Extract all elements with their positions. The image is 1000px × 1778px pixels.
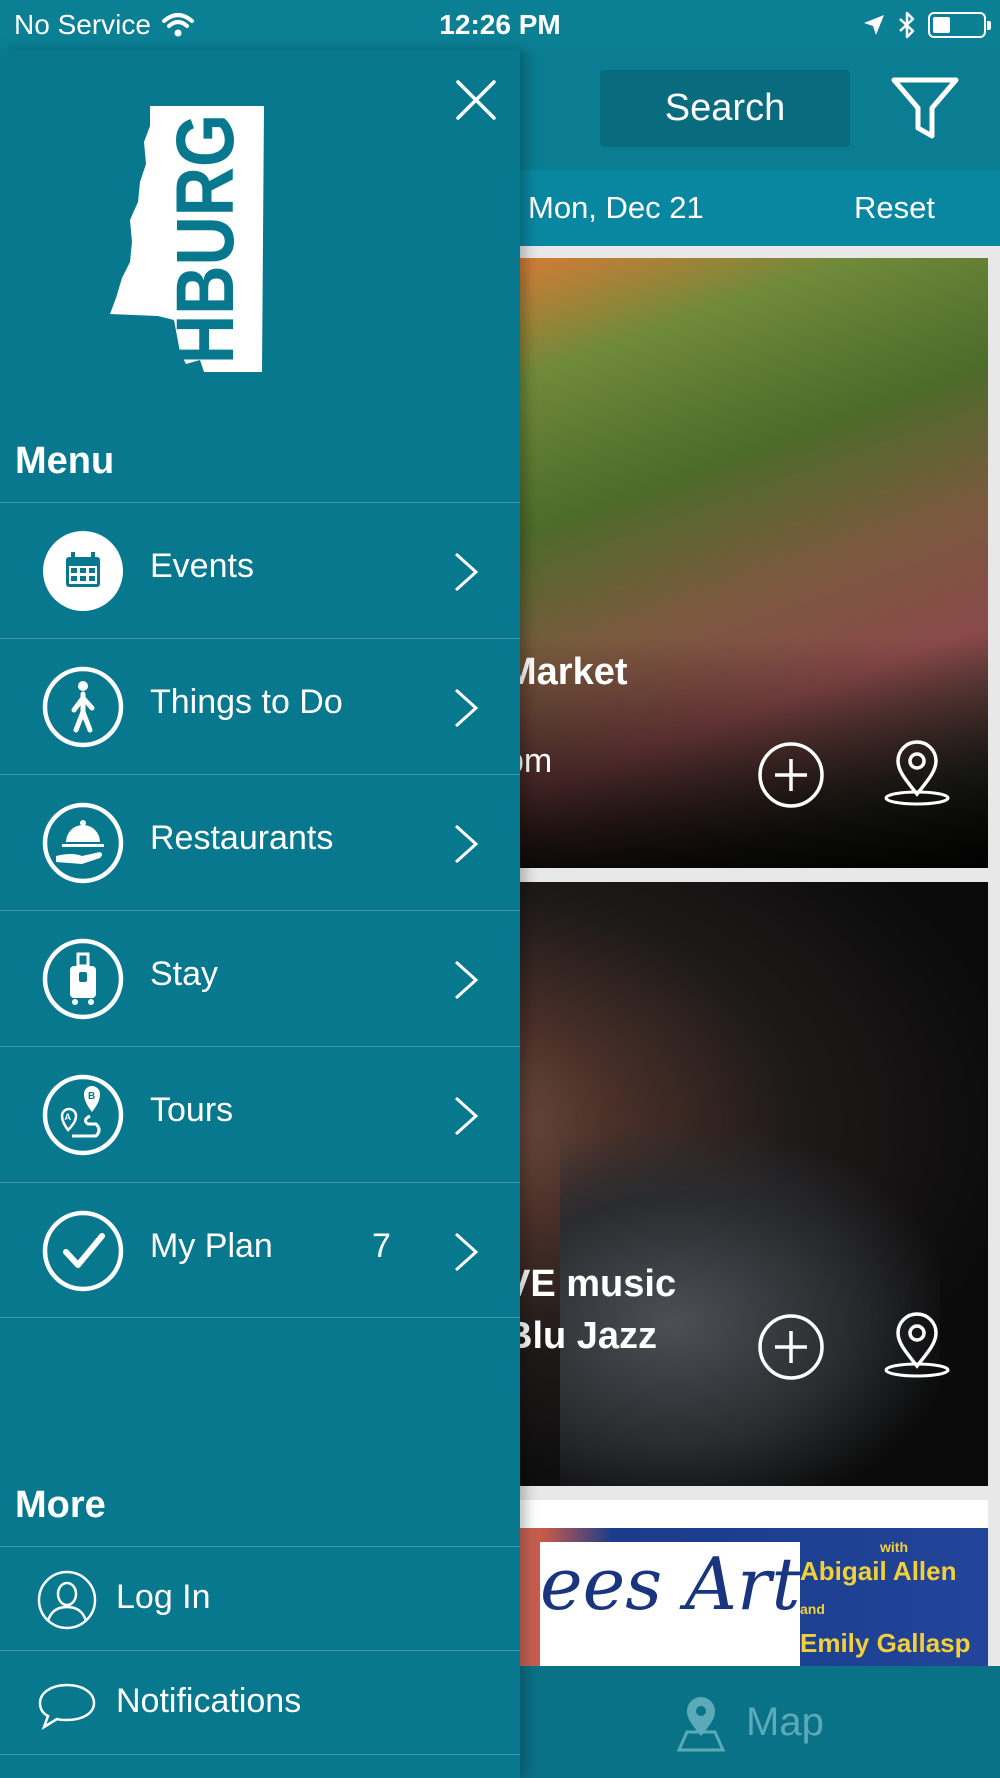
event-title-line-1: VE music bbox=[505, 1263, 677, 1305]
hburg-logo: HBURG bbox=[110, 106, 264, 372]
artwork-caption-and: and bbox=[800, 1601, 825, 1617]
menu-item-label: Tours bbox=[150, 1091, 234, 1129]
map-tab[interactable]: Map bbox=[746, 1700, 824, 1745]
more-item-label: Log In bbox=[116, 1578, 211, 1616]
wifi-icon bbox=[161, 13, 194, 37]
menu-heading: Menu bbox=[15, 440, 115, 482]
artwork-caption-line-2: Emily Gallasp bbox=[800, 1628, 971, 1658]
menu-item-label: Things to Do bbox=[150, 683, 343, 721]
reset-button[interactable]: Reset bbox=[854, 190, 935, 226]
navigation-drawer: HBURG Menu Events Things to Do Restauran… bbox=[0, 50, 520, 1778]
bluetooth-icon bbox=[899, 11, 915, 39]
more-item-notifications[interactable]: Notifications bbox=[0, 1650, 520, 1754]
chevron-right-icon bbox=[454, 824, 479, 864]
event-title-line-2: Blu Jazz bbox=[505, 1315, 658, 1357]
walking-person-icon bbox=[42, 666, 124, 748]
svg-text:B: B bbox=[88, 1091, 95, 1102]
chevron-right-icon bbox=[454, 960, 479, 1000]
checkmark-icon bbox=[42, 1210, 124, 1292]
svg-text:A: A bbox=[65, 1112, 72, 1122]
logo-text: HBURG bbox=[160, 114, 251, 364]
more-item-log-in[interactable]: Log In bbox=[0, 1546, 520, 1650]
close-icon[interactable] bbox=[454, 78, 498, 122]
menu-item-stay[interactable]: Stay bbox=[0, 910, 520, 1046]
menu-item-restaurants[interactable]: Restaurants bbox=[0, 774, 520, 910]
serving-cloche-icon bbox=[42, 802, 124, 884]
route-icon: B A bbox=[42, 1074, 124, 1156]
artwork-caption-line-1: Abigail Allen and bbox=[800, 1554, 988, 1626]
carrier-label: No Service bbox=[14, 9, 151, 40]
map-pin-icon[interactable] bbox=[882, 738, 952, 808]
suitcase-icon bbox=[42, 938, 124, 1020]
user-icon bbox=[37, 1570, 97, 1630]
more-item-label: Notifications bbox=[116, 1682, 302, 1720]
menu-item-label: Stay bbox=[150, 955, 219, 993]
location-arrow-icon bbox=[864, 15, 884, 35]
artwork-caption: with Abigail Allen and Emily Gallasp bbox=[800, 1540, 988, 1660]
chevron-right-icon bbox=[454, 1232, 479, 1272]
menu-list: Events Things to Do Restaurants Stay B A… bbox=[0, 502, 520, 1318]
search-button[interactable]: Search bbox=[600, 70, 850, 147]
calendar-icon bbox=[43, 531, 123, 611]
date-selector[interactable]: Mon, Dec 21 bbox=[528, 190, 704, 226]
more-heading: More bbox=[15, 1484, 106, 1526]
chevron-right-icon bbox=[454, 552, 479, 592]
menu-item-things-to-do[interactable]: Things to Do bbox=[0, 638, 520, 774]
status-right bbox=[862, 11, 991, 39]
plus-circle-icon[interactable] bbox=[756, 1312, 826, 1382]
filter-icon[interactable] bbox=[890, 76, 960, 142]
chevron-right-icon bbox=[454, 1096, 479, 1136]
plus-circle-icon[interactable] bbox=[756, 740, 826, 810]
menu-item-my-plan[interactable]: My Plan 7 bbox=[0, 1182, 520, 1318]
menu-item-label: My Plan bbox=[150, 1227, 273, 1265]
menu-item-label: Restaurants bbox=[150, 819, 334, 857]
menu-item-label: Events bbox=[150, 547, 254, 585]
more-item-partial bbox=[0, 1754, 520, 1778]
artwork-caption-name-1: Abigail Allen bbox=[800, 1556, 957, 1586]
status-bar: No Service 12:26 PM bbox=[0, 0, 1000, 50]
status-left: No Service bbox=[14, 9, 195, 41]
battery-icon bbox=[928, 12, 991, 38]
menu-item-tours[interactable]: B A Tours bbox=[0, 1046, 520, 1182]
map-pin-icon[interactable] bbox=[675, 1692, 727, 1752]
menu-item-events[interactable]: Events bbox=[0, 502, 520, 638]
plan-count-badge: 7 bbox=[372, 1227, 391, 1265]
battery-level bbox=[933, 17, 950, 33]
artwork-caption-prefix: with bbox=[880, 1539, 908, 1555]
chevron-right-icon bbox=[454, 688, 479, 728]
artwork-title: ees Art bbox=[540, 1542, 801, 1666]
more-list: Log In Notifications bbox=[0, 1546, 520, 1778]
map-pin-icon[interactable] bbox=[882, 1310, 952, 1380]
chat-bubble-icon bbox=[38, 1683, 96, 1730]
event-title: Market bbox=[505, 651, 628, 693]
